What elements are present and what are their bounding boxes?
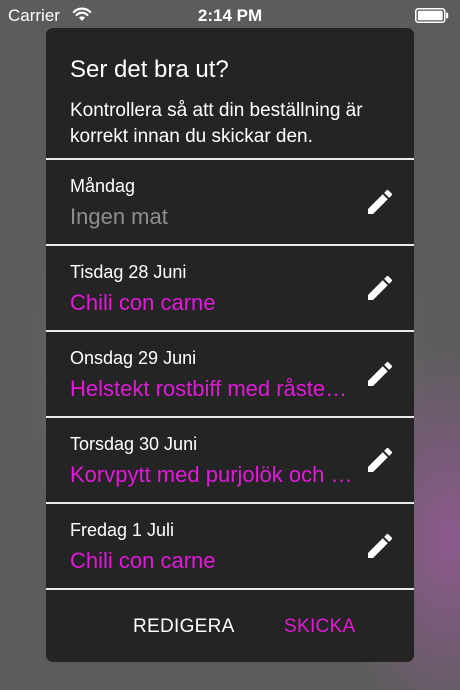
status-bar: Carrier 2:14 PM [0, 0, 460, 30]
day-label: Onsdag 29 Juni [70, 348, 197, 368]
edit-pencil-icon[interactable] [364, 186, 396, 218]
edit-pencil-icon[interactable] [364, 272, 396, 304]
order-row-tuesday: Tisdag 28 Juni Chili con carne [46, 244, 414, 330]
status-time: 2:14 PM [197, 6, 263, 25]
day-label: Torsdag 30 Juni [70, 434, 198, 454]
send-order-button[interactable]: SKICKA [284, 616, 356, 638]
dialog-actions: REDIGERA SKICKA [46, 588, 414, 662]
dialog-title: Ser det bra ut? [70, 56, 229, 83]
order-confirmation-dialog: Ser det bra ut? Kontrollera så att din b… [46, 28, 414, 662]
meal-label: Helstekt rostbiff med råstekt potatis [70, 376, 356, 401]
meal-label: Korvpytt med purjolök och ägg [70, 462, 356, 487]
edit-pencil-icon[interactable] [364, 530, 396, 562]
order-row-monday: Måndag Ingen mat [46, 158, 414, 244]
day-label: Fredag 1 Juli [70, 520, 175, 540]
order-row-thursday: Torsdag 30 Juni Korvpytt med purjolök oc… [46, 416, 414, 502]
edit-pencil-icon[interactable] [364, 358, 396, 390]
order-row-wednesday: Onsdag 29 Juni Helstekt rostbiff med rås… [46, 330, 414, 416]
order-list: Måndag Ingen mat Tisdag 28 Juni Chili co… [46, 158, 414, 588]
meal-label: Chili con carne [70, 548, 216, 573]
battery-icon [415, 8, 449, 23]
meal-label: Chili con carne [70, 290, 216, 315]
edit-order-button[interactable]: REDIGERA [133, 616, 235, 638]
edit-pencil-icon[interactable] [364, 444, 396, 476]
day-label: Måndag [70, 176, 136, 196]
order-row-friday: Fredag 1 Juli Chili con carne [46, 502, 414, 588]
dialog-message: Kontrollera så att din beställning är ko… [70, 100, 363, 147]
day-label: Tisdag 28 Juni [70, 262, 187, 282]
meal-label: Ingen mat [70, 204, 168, 229]
